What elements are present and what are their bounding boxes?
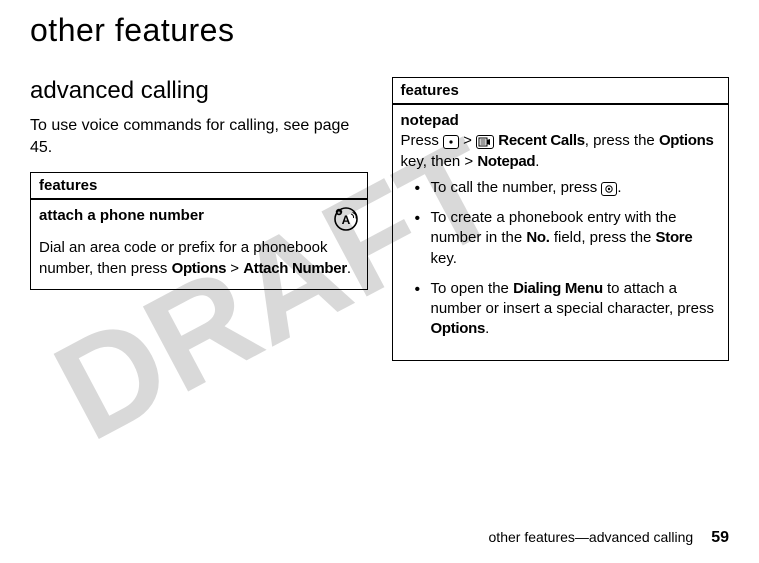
list-item: To call the number, press . (419, 178, 721, 198)
right-column: features notepad Press > (392, 77, 730, 361)
left-column: advanced calling To use voice commands f… (30, 77, 368, 361)
period: . (535, 153, 539, 170)
press-label: Press (401, 132, 444, 149)
store-key-label: Store (656, 229, 693, 246)
b2-c: key. (431, 250, 457, 267)
page-title: other features (30, 12, 729, 49)
page-footer: other features—advanced calling 59 (489, 529, 729, 547)
recent-calls-label: Recent Calls (498, 132, 584, 149)
press2: , press the (585, 132, 659, 149)
feature-subtitle: notepad (401, 111, 721, 131)
options-key-label: Options (659, 132, 714, 149)
center-key-icon (443, 135, 459, 149)
no-field-label: No. (526, 229, 549, 246)
options-key-label: Options (431, 320, 486, 337)
notepad-bullets: To call the number, press . To create a … (401, 178, 721, 340)
list-item: To create a phonebook entry with the num… (419, 208, 721, 269)
feature-desc: Dial an area code or prefix for a phoneb… (39, 238, 359, 279)
feature-box-notepad: features notepad Press > (392, 77, 730, 361)
intro-page-ref: 45 (30, 139, 48, 156)
attach-number-label: Attach Number (243, 260, 347, 277)
send-key-icon (601, 182, 617, 196)
b1-a: To call the number, press (431, 179, 602, 196)
feature-subtitle: attach a phone number (39, 206, 204, 226)
list-item: To open the Dialing Menu to attach a num… (419, 279, 721, 340)
dialing-menu-label: Dialing Menu (513, 280, 603, 297)
svg-text:A: A (341, 213, 350, 227)
b3-c: . (485, 320, 489, 337)
options-key-label: Options (172, 260, 227, 277)
svg-text:+: + (337, 210, 340, 216)
intro-text: To use voice commands for calling, see p… (30, 115, 368, 158)
footer-text: other features—advanced calling (489, 529, 694, 545)
notepad-instructions: Press > Recent Calls, (401, 131, 721, 172)
section-heading-advanced-calling: advanced calling (30, 77, 368, 105)
b2-b: field, press the (550, 229, 656, 246)
accessibility-icon: + A (333, 206, 359, 238)
feature-box-attach-number: features attach a phone number + A (30, 172, 368, 290)
gt1: > (459, 132, 476, 149)
page-number: 59 (711, 529, 729, 547)
recent-calls-menu-icon (476, 135, 494, 149)
intro-a: To use voice commands for calling, see p… (30, 117, 349, 134)
notepad-label: Notepad (477, 153, 535, 170)
feature-box-header: features (393, 78, 729, 105)
intro-b: . (48, 139, 52, 156)
desc-b: . (347, 260, 351, 277)
gt: > (226, 260, 243, 277)
b3-a: To open the (431, 280, 514, 297)
press3: key, then > (401, 153, 478, 170)
feature-box-header: features (31, 173, 367, 200)
b1-b: . (617, 179, 621, 196)
